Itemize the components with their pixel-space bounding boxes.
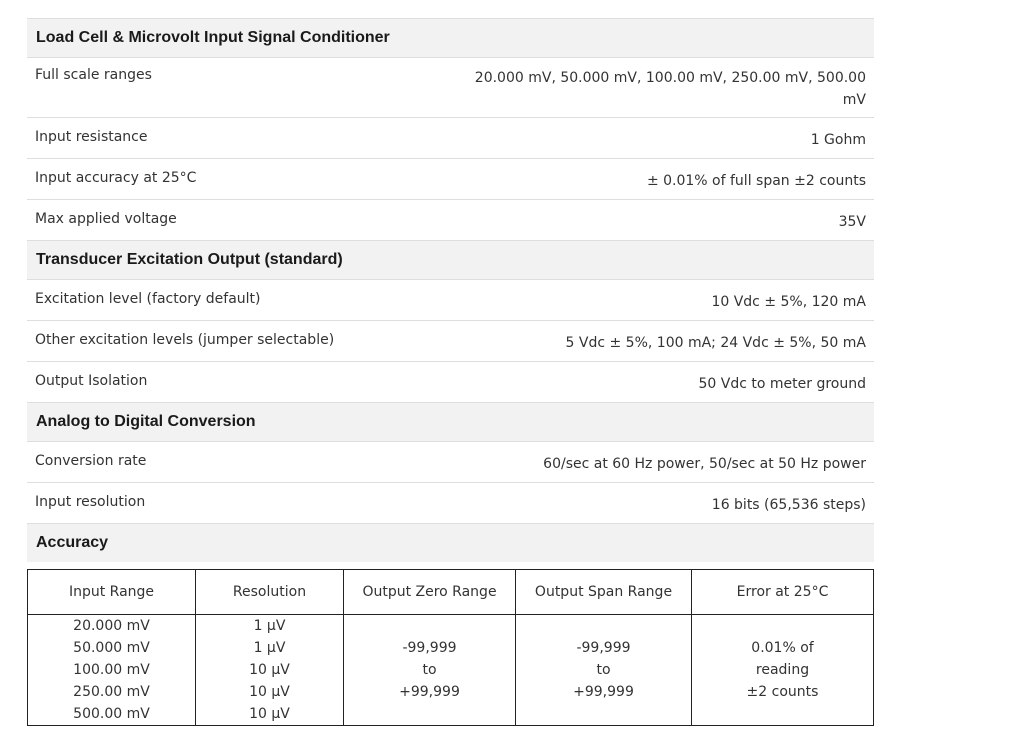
header-output-span-range: Output Span Range — [515, 569, 692, 615]
spec-value: 10 Vdc ± 5%, 120 mA — [450, 279, 874, 321]
spec-row-input-resolution: Input resolution 16 bits (65,536 steps) — [27, 482, 874, 524]
spec-label: Excitation level (factory default) — [27, 279, 451, 321]
section-header-accuracy: Accuracy — [27, 523, 874, 562]
section-header-adc: Analog to Digital Conversion — [27, 402, 874, 442]
header-error: Error at 25°C — [691, 569, 874, 615]
resolution-value: 10 µV — [249, 706, 290, 722]
spec-value: 60/sec at 60 Hz power, 50/sec at 50 Hz p… — [450, 441, 874, 483]
error-line: reading — [755, 662, 810, 678]
input-range-value: 500.00 mV — [73, 706, 150, 722]
spec-row-other-excitation: Other excitation levels (jumper selectab… — [27, 320, 874, 362]
spec-row-full-scale-ranges: Full scale ranges 20.000 mV, 50.000 mV, … — [27, 57, 874, 118]
output-zero-line: +99,999 — [399, 684, 460, 700]
spec-label: Output Isolation — [27, 361, 451, 403]
spec-row-input-resistance: Input resistance 1 Gohm — [27, 117, 874, 159]
spec-label: Full scale ranges — [27, 57, 451, 118]
output-span-cell: -99,999 to +99,999 — [515, 614, 692, 726]
resolution-cell: 1 µV 1 µV 10 µV 10 µV 10 µV — [195, 614, 344, 726]
spec-value: ± 0.01% of full span ±2 counts — [450, 158, 874, 200]
spec-table: Load Cell & Microvolt Input Signal Condi… — [27, 18, 874, 562]
accuracy-header-row: Input Range Resolution Output Zero Range… — [27, 569, 874, 615]
spec-row-excitation-level: Excitation level (factory default) 10 Vd… — [27, 279, 874, 321]
spec-value: 35V — [450, 199, 874, 241]
spec-label: Max applied voltage — [27, 199, 451, 241]
resolution-value: 1 µV — [253, 640, 286, 656]
header-resolution: Resolution — [195, 569, 344, 615]
spec-label: Input resistance — [27, 117, 451, 159]
input-range-value: 20.000 mV — [73, 618, 150, 634]
spec-value: 5 Vdc ± 5%, 100 mA; 24 Vdc ± 5%, 50 mA — [450, 320, 874, 362]
spec-value: 16 bits (65,536 steps) — [450, 482, 874, 524]
section-title: Analog to Digital Conversion — [27, 402, 874, 442]
spec-row-output-isolation: Output Isolation 50 Vdc to meter ground — [27, 361, 874, 403]
spec-value: 20.000 mV, 50.000 mV, 100.00 mV, 250.00 … — [450, 57, 874, 118]
section-header-excitation: Transducer Excitation Output (standard) — [27, 240, 874, 280]
spec-value: 50 Vdc to meter ground — [450, 361, 874, 403]
header-output-zero-range: Output Zero Range — [343, 569, 516, 615]
output-zero-cell: -99,999 to +99,999 — [343, 614, 516, 726]
spec-sheet: Load Cell & Microvolt Input Signal Condi… — [27, 18, 874, 562]
output-span-line: -99,999 — [576, 640, 631, 656]
input-range-value: 50.000 mV — [73, 640, 150, 656]
section-title: Transducer Excitation Output (standard) — [27, 240, 874, 280]
error-line: 0.01% of — [751, 640, 814, 656]
resolution-value: 1 µV — [253, 618, 286, 634]
output-span-line: +99,999 — [573, 684, 634, 700]
accuracy-data-row: 20.000 mV 50.000 mV 100.00 mV 250.00 mV … — [27, 614, 874, 726]
spec-label: Conversion rate — [27, 441, 451, 483]
spec-label: Input resolution — [27, 482, 451, 524]
section-title: Accuracy — [27, 523, 874, 562]
header-input-range: Input Range — [27, 569, 196, 615]
spec-label: Other excitation levels (jumper selectab… — [27, 320, 451, 362]
spec-row-max-voltage: Max applied voltage 35V — [27, 199, 874, 241]
output-zero-line: -99,999 — [402, 640, 457, 656]
input-range-value: 250.00 mV — [73, 684, 150, 700]
resolution-value: 10 µV — [249, 684, 290, 700]
output-zero-line: to — [422, 662, 437, 678]
spec-row-input-accuracy: Input accuracy at 25°C ± 0.01% of full s… — [27, 158, 874, 200]
error-line: ±2 counts — [746, 684, 819, 700]
error-cell: 0.01% of reading ±2 counts — [691, 614, 874, 726]
section-header-signal-conditioner: Load Cell & Microvolt Input Signal Condi… — [27, 18, 874, 58]
spec-row-conversion-rate: Conversion rate 60/sec at 60 Hz power, 5… — [27, 441, 874, 483]
output-span-line: to — [596, 662, 611, 678]
accuracy-table: Input Range Resolution Output Zero Range… — [27, 569, 874, 726]
resolution-value: 10 µV — [249, 662, 290, 678]
spec-value: 1 Gohm — [450, 117, 874, 159]
input-range-value: 100.00 mV — [73, 662, 150, 678]
section-title: Load Cell & Microvolt Input Signal Condi… — [27, 18, 874, 58]
spec-label: Input accuracy at 25°C — [27, 158, 451, 200]
input-range-cell: 20.000 mV 50.000 mV 100.00 mV 250.00 mV … — [27, 614, 196, 726]
